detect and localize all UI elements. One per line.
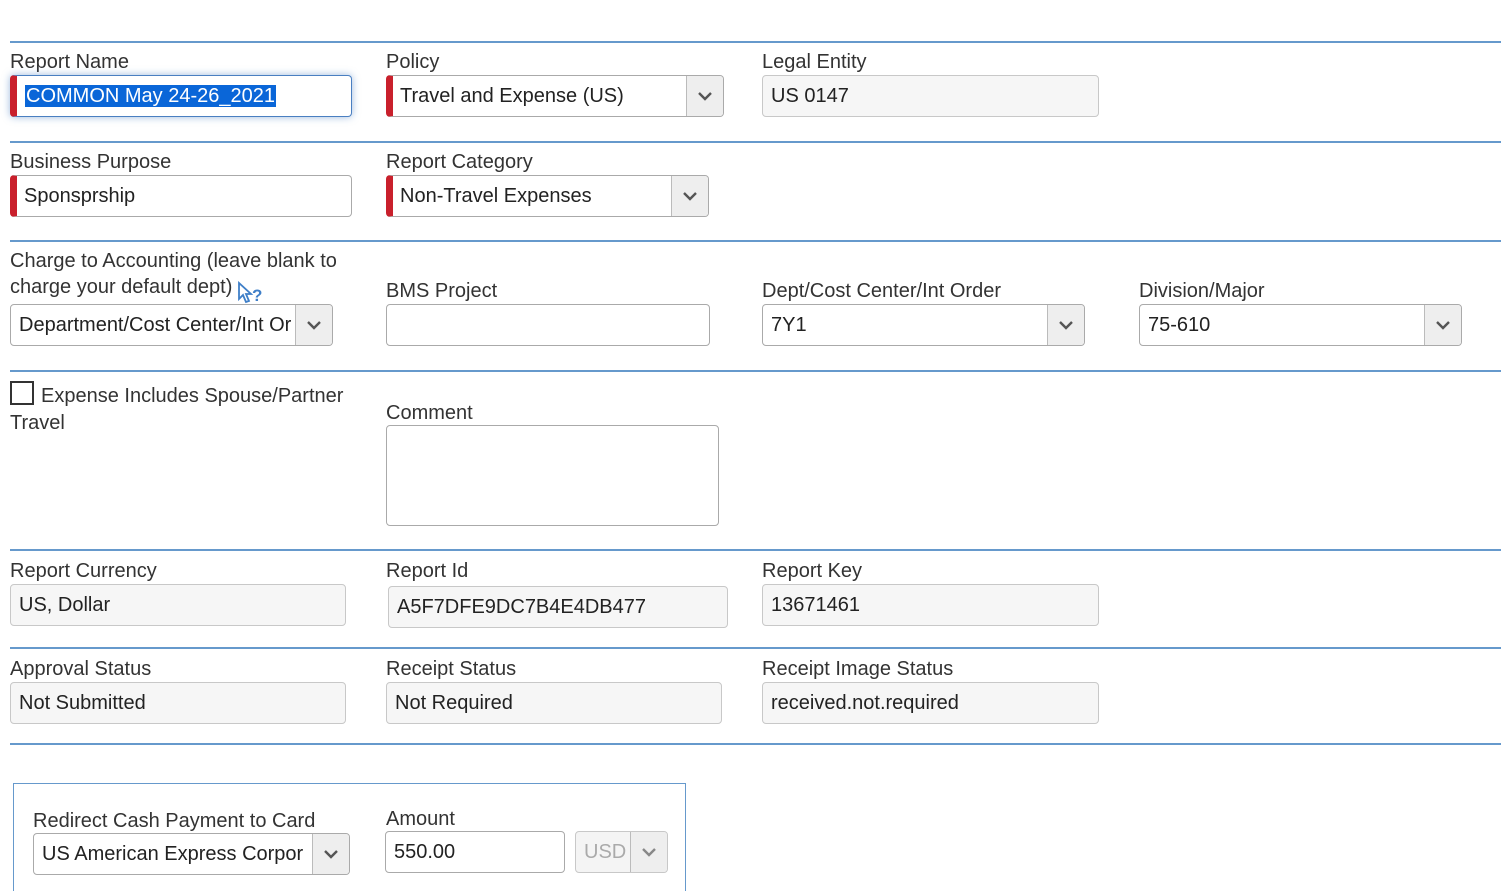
section-divider <box>10 743 1501 745</box>
legal-entity-field: US 0147 <box>762 75 1099 117</box>
business-purpose-input[interactable]: Sponsprship <box>10 175 352 217</box>
report-key-field: 13671461 <box>762 584 1099 626</box>
section-divider <box>10 370 1501 372</box>
section-divider <box>10 549 1501 551</box>
chevron-down-icon[interactable] <box>295 305 332 345</box>
division-major-select[interactable]: 75-610 <box>1139 304 1462 346</box>
comment-textarea[interactable] <box>386 425 719 526</box>
division-major-value: 75-610 <box>1148 313 1211 336</box>
charge-accounting-label-line2: charge your default dept) <box>10 276 233 298</box>
amount-label: Amount <box>386 808 455 830</box>
charge-accounting-select[interactable]: Department/Cost Center/Int Or <box>10 304 333 346</box>
report-name-input[interactable]: COMMON May 24-26_2021 <box>10 75 352 117</box>
report-currency-field: US, Dollar <box>10 584 346 626</box>
report-id-label: Report Id <box>386 560 469 582</box>
section-divider <box>10 141 1501 143</box>
dept-cost-center-value: 7Y1 <box>771 313 807 336</box>
policy-value: Travel and Expense (US) <box>400 84 624 107</box>
section-divider <box>10 647 1501 649</box>
spouse-travel-label-line2: Travel <box>10 412 65 434</box>
receipt-status-value: Not Required <box>395 691 513 714</box>
charge-accounting-value: Department/Cost Center/Int Or <box>19 313 292 336</box>
legal-entity-value: US 0147 <box>771 84 849 107</box>
report-id-field: A5F7DFE9DC7B4E4DB477 <box>388 586 728 628</box>
business-purpose-label: Business Purpose <box>10 151 172 173</box>
chevron-down-icon[interactable] <box>671 176 708 216</box>
currency-select[interactable]: USD <box>575 831 668 873</box>
approval-status-value: Not Submitted <box>19 691 146 714</box>
spouse-travel-label-line1: Expense Includes Spouse/Partner <box>41 385 344 407</box>
bms-project-label: BMS Project <box>386 280 498 302</box>
currency-value: USD <box>584 840 627 863</box>
chevron-down-icon[interactable] <box>686 76 723 116</box>
svg-text:?: ? <box>252 286 262 305</box>
approval-status-field: Not Submitted <box>10 682 346 724</box>
report-name-label: Report Name <box>10 51 129 73</box>
chevron-down-icon[interactable] <box>630 832 667 872</box>
receipt-status-field: Not Required <box>386 682 722 724</box>
receipt-status-label: Receipt Status <box>386 658 517 680</box>
redirect-card-value: US American Express Corpor <box>42 842 304 865</box>
report-category-select[interactable]: Non-Travel Expenses <box>386 175 709 217</box>
spouse-travel-checkbox[interactable] <box>10 381 34 405</box>
chevron-down-icon[interactable] <box>1047 305 1084 345</box>
policy-select[interactable]: Travel and Expense (US) <box>386 75 724 117</box>
section-divider <box>10 41 1501 43</box>
section-divider <box>10 240 1501 242</box>
chevron-down-icon[interactable] <box>1424 305 1461 345</box>
report-category-label: Report Category <box>386 151 533 173</box>
receipt-image-status-label: Receipt Image Status <box>762 658 954 680</box>
amount-input[interactable]: 550.00 <box>385 831 565 873</box>
report-id-value: A5F7DFE9DC7B4E4DB477 <box>397 595 647 618</box>
legal-entity-label: Legal Entity <box>762 51 867 73</box>
report-key-value: 13671461 <box>771 593 860 616</box>
report-name-value: COMMON May 24-26_2021 <box>25 84 276 107</box>
amount-value: 550.00 <box>394 840 456 863</box>
redirect-card-select[interactable]: US American Express Corpor <box>33 833 350 875</box>
business-purpose-value: Sponsprship <box>24 184 136 207</box>
report-category-value: Non-Travel Expenses <box>400 184 592 207</box>
receipt-image-status-value: received.not.required <box>771 691 959 714</box>
report-currency-value: US, Dollar <box>19 593 111 616</box>
redirect-card-label: Redirect Cash Payment to Card <box>33 810 316 832</box>
bms-project-input[interactable] <box>386 304 710 346</box>
policy-label: Policy <box>386 51 440 73</box>
chevron-down-icon[interactable] <box>312 834 349 874</box>
division-major-label: Division/Major <box>1139 280 1265 302</box>
report-key-label: Report Key <box>762 560 863 582</box>
receipt-image-status-field: received.not.required <box>762 682 1099 724</box>
approval-status-label: Approval Status <box>10 658 152 680</box>
dept-cost-center-select[interactable]: 7Y1 <box>762 304 1085 346</box>
dept-cost-center-label: Dept/Cost Center/Int Order <box>762 280 1001 302</box>
comment-label: Comment <box>386 402 473 424</box>
report-currency-label: Report Currency <box>10 560 157 582</box>
charge-accounting-label-line1: Charge to Accounting (leave blank to <box>10 250 337 272</box>
